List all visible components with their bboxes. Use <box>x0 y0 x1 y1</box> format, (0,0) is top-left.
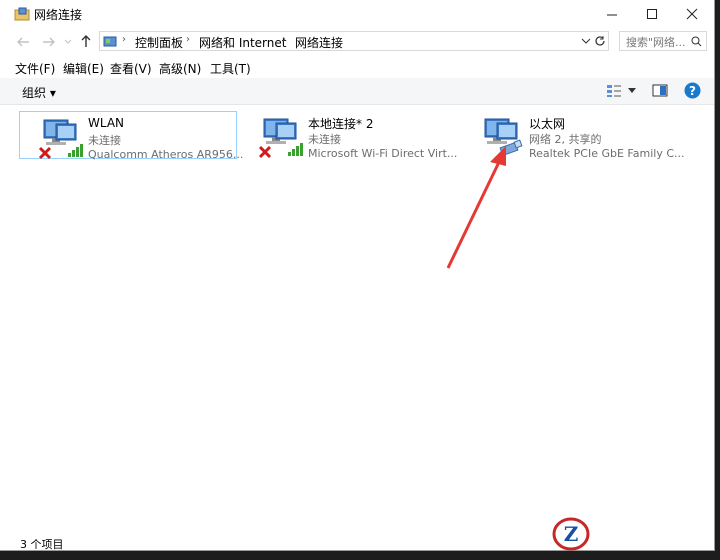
watermark-site-url: herecours.com <box>596 537 671 548</box>
site-watermark: Z 这里教程网 herecours.com <box>552 514 714 554</box>
svg-text:Z: Z <box>564 522 579 546</box>
annotation-arrow <box>446 146 506 269</box>
watermark-site-name: 这里教程网 <box>594 518 670 536</box>
site-logo-icon: Z <box>552 517 590 551</box>
